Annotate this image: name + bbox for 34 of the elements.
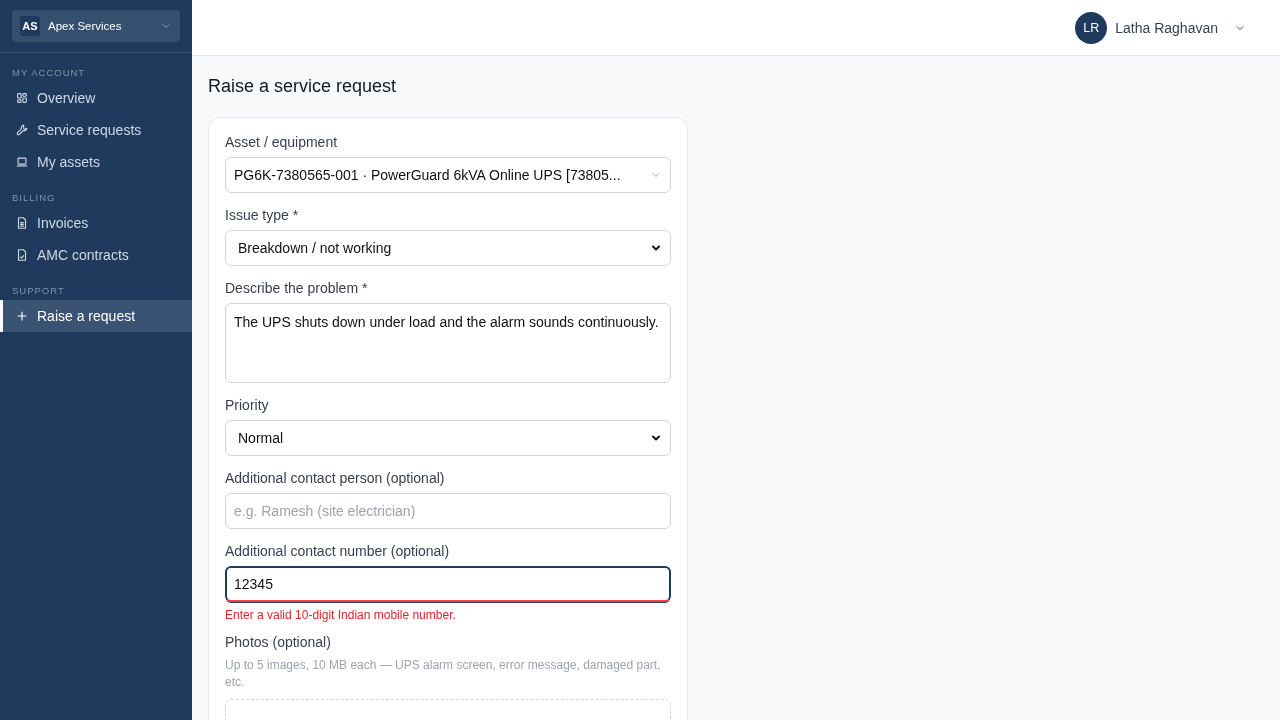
dropdown-select[interactable]: Breakdown / not working: [225, 230, 671, 266]
organization-avatar: AS: [20, 16, 40, 36]
hint-text: Up to 5 images, 10 MB each — UPS alarm screen, error message, damaged part, etc.: [225, 657, 662, 691]
error-message: Enter a valid 10-digit Indian mobile number.: [225, 608, 457, 622]
user-avatar: LR: [1075, 11, 1108, 44]
section-heading: SUPPORT: [11, 284, 66, 298]
field-label: Priority: [225, 397, 270, 413]
plus-icon: [15, 309, 29, 323]
section-heading: BILLING: [11, 191, 57, 205]
sidebar-item[interactable]: AMC contracts: [0, 239, 192, 271]
wrench-icon: [15, 123, 29, 137]
asset-select[interactable]: PG6K-7380565-001 · PowerGuard 6kVA Online UPS [73805...: [225, 157, 671, 193]
field-label: Photos (optional): [225, 634, 332, 650]
field-label: Issue type *: [225, 207, 300, 223]
grid-icon: [15, 91, 29, 105]
organization-switcher[interactable]: AS Apex Services: [12, 10, 180, 42]
field-label: Asset / equipment: [225, 134, 339, 150]
document-check-icon: [15, 248, 29, 262]
laptop-icon: [15, 155, 29, 169]
dropdown-select[interactable]: Normal: [225, 420, 671, 456]
sidebar-item[interactable]: Overview: [0, 82, 192, 114]
page-title: Raise a service request: [208, 76, 398, 97]
document-icon: [15, 216, 29, 230]
sidebar-item[interactable]: Invoices: [0, 207, 192, 239]
user-name[interactable]: Latha Raghavan: [1115, 19, 1218, 36]
problem-textarea[interactable]: The UPS shuts down under load and the alarm sounds continuously.: [225, 303, 671, 383]
sidebar-item[interactable]: Service requests: [0, 114, 192, 146]
input-field[interactable]: 12345: [225, 566, 671, 602]
field-label: Additional contact person (optional): [225, 470, 446, 486]
field-label: Additional contact number (optional): [225, 543, 451, 559]
field-label: Describe the problem *: [225, 280, 369, 296]
section-heading: MY ACCOUNT: [11, 66, 87, 80]
sidebar-item[interactable]: My assets: [0, 146, 192, 178]
sidebar-item[interactable]: Raise a request: [0, 300, 192, 332]
